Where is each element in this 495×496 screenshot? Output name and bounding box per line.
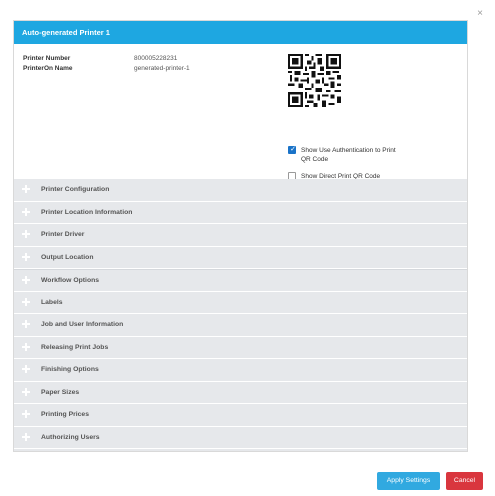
printer-info: Printer Number 800005228231 PrinterOn Na… <box>14 44 467 180</box>
expand-plus-icon <box>22 342 30 351</box>
use-auth-qr-label-line2: QR Code <box>301 156 329 163</box>
expand-plus-icon <box>22 252 30 261</box>
section-labels[interactable]: Labels <box>14 292 467 314</box>
expand-plus-icon <box>22 387 30 396</box>
section-paper-sizes[interactable]: Paper Sizes <box>14 382 467 404</box>
section-printer-location-information[interactable]: Printer Location Information <box>14 202 467 224</box>
section-label: Labels <box>41 298 63 306</box>
panel-title: Auto-generated Printer 1 <box>14 21 467 44</box>
section-label: Authorizing Users <box>41 433 100 441</box>
expand-plus-icon <box>22 207 30 216</box>
section-label: Releasing Print Jobs <box>41 343 109 351</box>
printeron-name-value: generated-printer-1 <box>134 65 190 72</box>
section-authorizing-users[interactable]: Authorizing Users <box>14 427 467 449</box>
use-auth-qr-label-line1: Show Use Authentication to Print <box>301 147 396 154</box>
use-auth-qr-checkbox[interactable]: ✓ <box>288 146 296 154</box>
section-releasing-print-jobs[interactable]: Releasing Print Jobs <box>14 337 467 359</box>
section-label: Printing Prices <box>41 411 89 418</box>
printer-number-label: Printer Number <box>23 55 71 62</box>
expand-plus-icon <box>22 432 30 441</box>
expand-plus-icon <box>22 297 30 306</box>
section-label: Printer Configuration <box>41 186 110 193</box>
section-job-and-user-information[interactable]: Job and User Information <box>14 314 467 337</box>
section-workflow-options[interactable]: Workflow Options <box>14 269 467 292</box>
section-label: Printer Driver <box>41 231 85 238</box>
section-printer-configuration[interactable]: Printer Configuration <box>14 179 467 202</box>
section-label: Job and User Information <box>41 321 124 328</box>
checkmark-icon: ✓ <box>290 146 296 153</box>
expand-plus-icon <box>22 185 30 193</box>
expand-plus-icon <box>22 276 30 284</box>
printeron-name-label: PrinterOn Name <box>23 65 73 72</box>
cancel-button[interactable]: Cancel <box>446 472 483 490</box>
expand-plus-icon <box>22 230 30 238</box>
section-output-location[interactable]: Output Location <box>14 247 467 269</box>
expand-plus-icon <box>22 320 30 328</box>
section-label: Output Location <box>41 253 94 261</box>
expand-plus-icon <box>22 365 30 373</box>
section-printing-prices[interactable]: Printing Prices <box>14 404 467 427</box>
section-label: Workflow Options <box>41 277 100 284</box>
section-printer-driver[interactable]: Printer Driver <box>14 224 467 247</box>
qr-code-icon <box>288 54 341 107</box>
section-label: Finishing Options <box>41 366 99 373</box>
expand-plus-icon <box>22 410 30 418</box>
printer-number-value: 800005228231 <box>134 55 178 62</box>
settings-sections: Printer Configuration Printer Location I… <box>14 179 467 451</box>
section-label: Paper Sizes <box>41 388 80 396</box>
section-label: Printer Location Information <box>41 208 133 216</box>
apply-settings-button[interactable]: Apply Settings <box>377 472 440 490</box>
printer-settings-panel: Auto-generated Printer 1 Printer Number … <box>13 20 468 452</box>
section-finishing-options[interactable]: Finishing Options <box>14 359 467 382</box>
close-icon[interactable]: × <box>474 8 486 20</box>
